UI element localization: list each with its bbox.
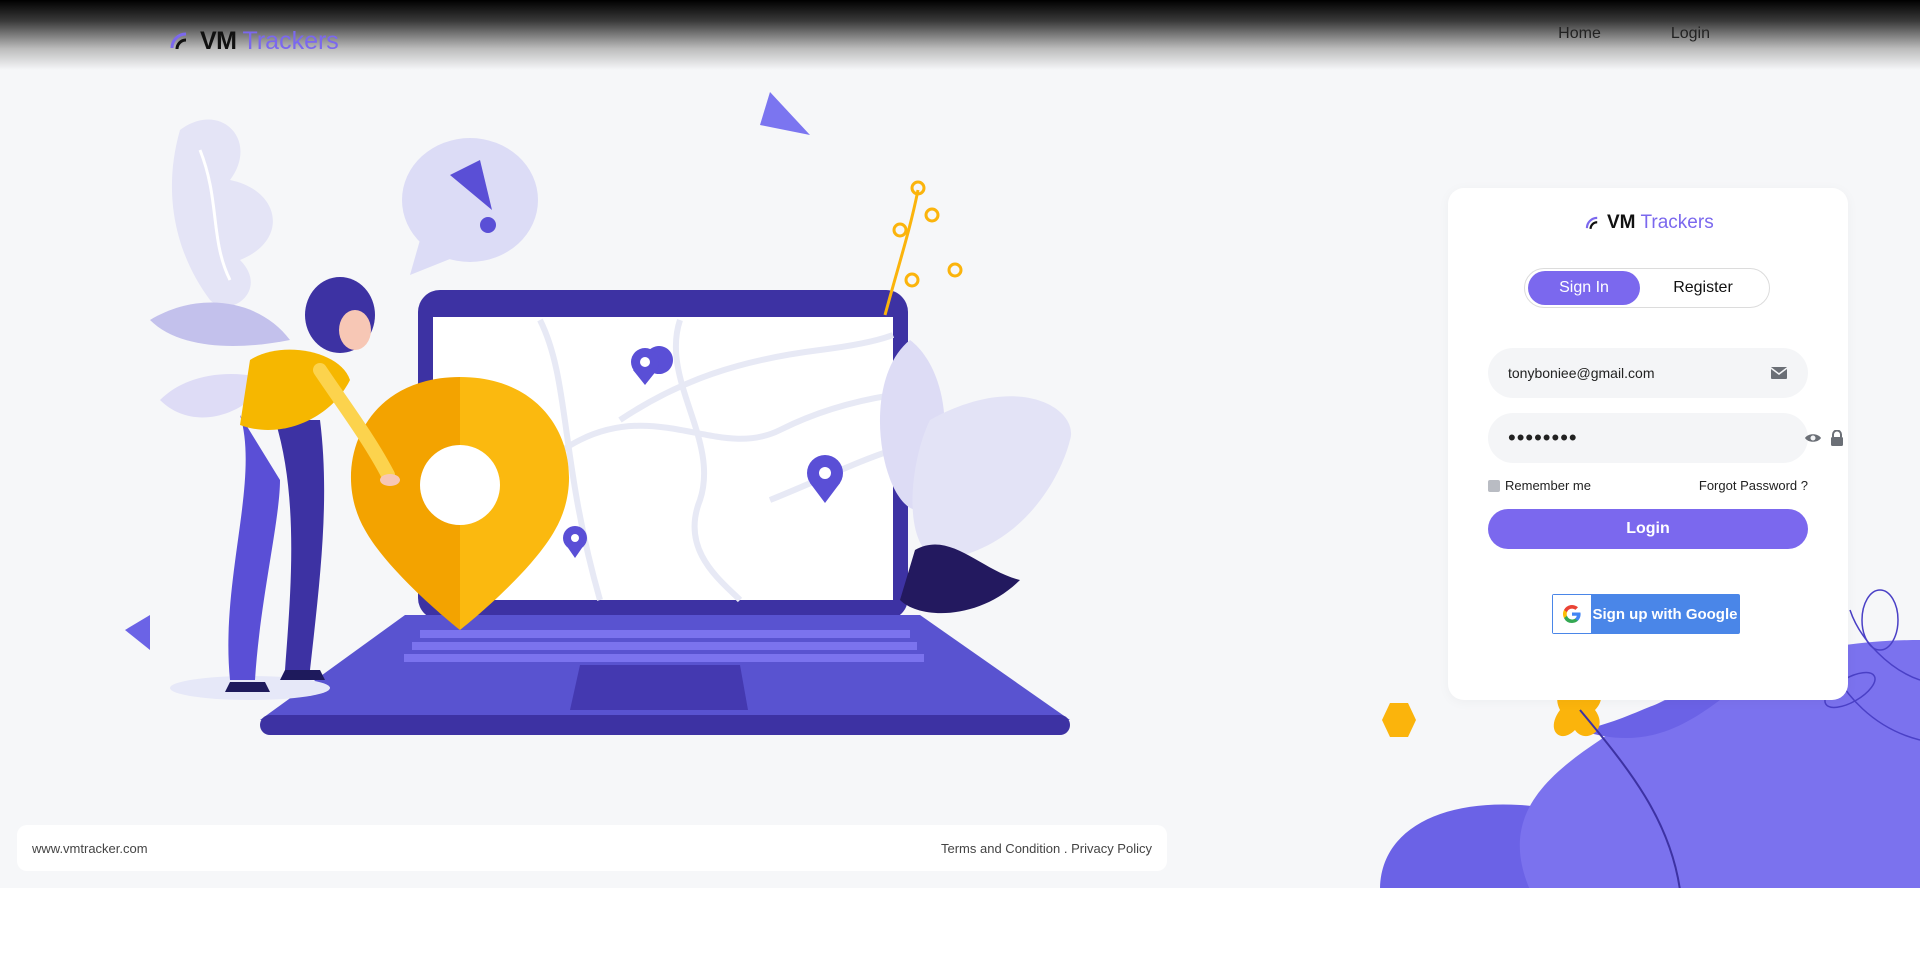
card-brand-bold: VM [1607, 212, 1636, 233]
brand-name-bold: VM [200, 27, 237, 55]
tab-register[interactable]: Register [1640, 271, 1766, 305]
hero-illustration [125, 92, 1072, 735]
signal-icon [170, 32, 187, 50]
triangle-shape [760, 92, 810, 135]
auth-tabs: Sign In Register [1524, 268, 1770, 308]
email-input[interactable] [1508, 365, 1762, 381]
lock-icon [1830, 429, 1844, 447]
eye-icon[interactable] [1804, 429, 1822, 447]
plant-right-icon [879, 180, 1072, 614]
privacy-link[interactable]: Privacy Policy [1071, 841, 1152, 856]
mail-icon [1770, 364, 1788, 382]
brand-name-accent: Trackers [242, 27, 339, 55]
google-icon [1553, 595, 1591, 633]
checkbox-box[interactable] [1488, 479, 1500, 492]
tab-sign-in[interactable]: Sign In [1528, 271, 1640, 305]
card-brand-accent: Trackers [1640, 212, 1714, 233]
card-brand-logo: VM Trackers [1584, 212, 1714, 234]
footer-links: Terms and Condition . Privacy Policy [941, 841, 1152, 856]
google-signup-button[interactable]: Sign up with Google [1552, 594, 1740, 634]
footer-bar: www.vmtracker.com Terms and Condition . … [17, 825, 1167, 871]
speech-bubble-icon [402, 138, 538, 275]
login-options: Remember me Forgot Password ? [1488, 478, 1808, 493]
remember-me-label: Remember me [1505, 478, 1591, 493]
forgot-password-link[interactable]: Forgot Password ? [1699, 478, 1808, 493]
footer-site-url[interactable]: www.vmtracker.com [32, 841, 148, 856]
remember-me-checkbox[interactable]: Remember me [1488, 478, 1591, 493]
nav-home-link[interactable]: Home [1558, 25, 1601, 43]
top-navbar: VM Trackers Home Login [0, 0, 1920, 70]
login-button[interactable]: Login [1488, 509, 1808, 549]
brand-logo[interactable]: VM Trackers [168, 12, 339, 56]
terms-link[interactable]: Terms and Condition [941, 841, 1060, 856]
app-root: VM Trackers Home Login VM Trackers Sign … [0, 0, 1920, 888]
footer-separator: . [1060, 840, 1072, 856]
email-field [1488, 348, 1808, 398]
triangle-shape [125, 615, 150, 650]
login-card: VM Trackers Sign In Register Re [1448, 188, 1848, 700]
signal-icon [1585, 216, 1598, 230]
google-signup-label: Sign up with Google [1592, 605, 1738, 623]
password-field [1488, 413, 1843, 463]
main-nav: Home Login [1558, 25, 1710, 43]
hexagon-shape [1382, 703, 1416, 737]
nav-login-link[interactable]: Login [1671, 25, 1710, 43]
password-input[interactable] [1508, 425, 1796, 451]
